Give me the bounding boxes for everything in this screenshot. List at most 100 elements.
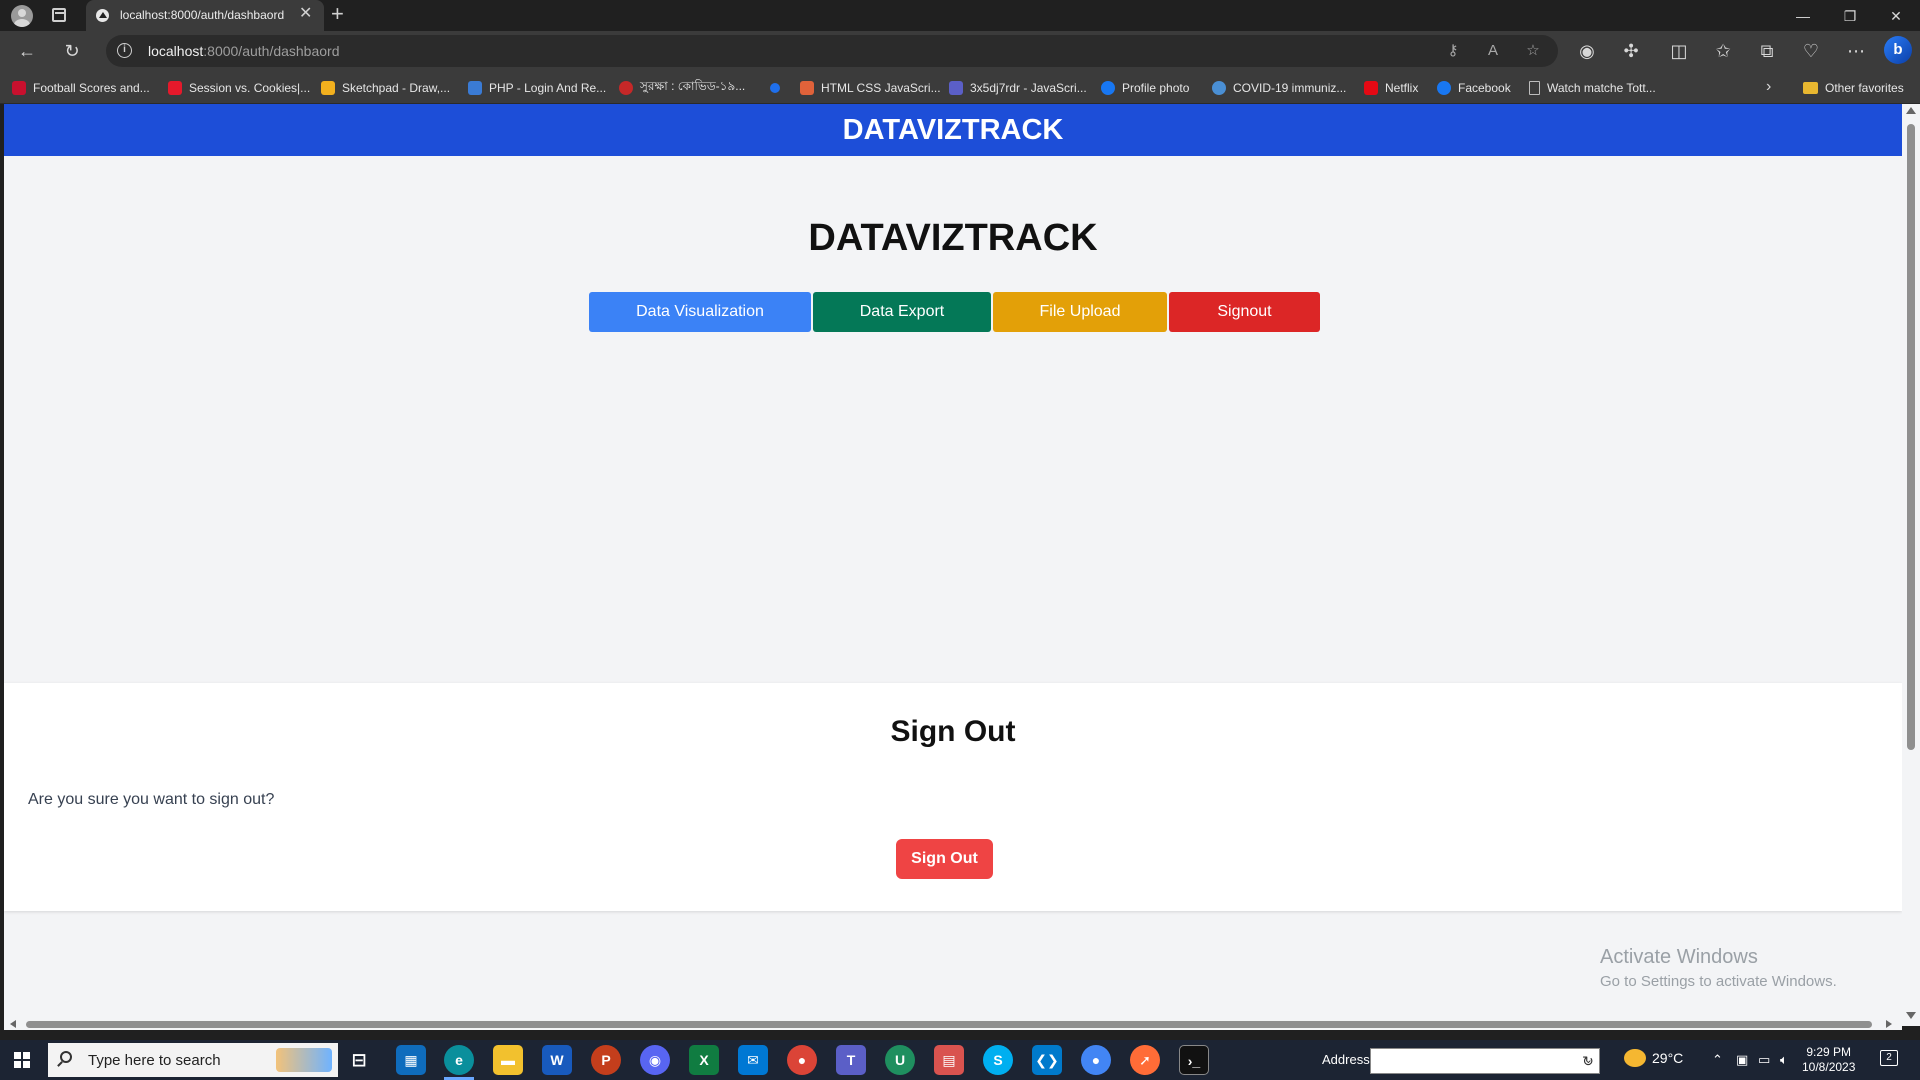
discord-icon[interactable]: ◉: [640, 1045, 670, 1075]
site-info-icon[interactable]: i: [117, 43, 132, 58]
meet-now-icon[interactable]: ▣: [1736, 1052, 1748, 1068]
powerpoint-icon[interactable]: P: [591, 1045, 621, 1075]
volume-icon[interactable]: 🔈︎: [1780, 1052, 1788, 1068]
refresh-icon[interactable]: ↻: [61, 40, 83, 62]
search-icon: [60, 1051, 72, 1063]
split-screen-icon[interactable]: ◫: [1668, 40, 1690, 62]
taskbar-search-box[interactable]: Type here to search: [48, 1043, 338, 1077]
signout-nav-button[interactable]: Signout: [1169, 292, 1320, 332]
favorite-favicon-icon: [619, 81, 633, 95]
vertical-scroll-thumb[interactable]: [1907, 124, 1915, 750]
window-restore-button[interactable]: ❐: [1840, 6, 1860, 26]
taskbar-address-input[interactable]: ⌄: [1370, 1048, 1600, 1074]
favorites-icon[interactable]: ✩: [1712, 40, 1734, 62]
favorite-favicon-icon: [321, 81, 335, 95]
data-visualization-button[interactable]: Data Visualization: [589, 292, 811, 332]
signout-confirmation-message: Are you sure you want to sign out?: [28, 791, 275, 808]
tab-close-button[interactable]: ✕: [299, 6, 312, 22]
taskbar-address-label: Address: [1322, 1052, 1370, 1067]
favorite-favicon-icon: [1437, 81, 1451, 95]
teams-icon[interactable]: T: [836, 1045, 866, 1075]
file-explorer-icon[interactable]: ▬: [493, 1045, 523, 1075]
favorite-label: Netflix: [1385, 81, 1419, 95]
favorite-item[interactable]: Facebook: [1437, 79, 1511, 97]
address-bar[interactable]: i localhost:8000/auth/dashbaord ⚷ A ☆: [106, 35, 1558, 67]
scroll-right-arrow-icon[interactable]: [1886, 1020, 1892, 1028]
back-arrow-icon[interactable]: ←: [16, 40, 38, 62]
favorite-favicon-icon: [1364, 81, 1378, 95]
window-close-button[interactable]: ✕: [1886, 6, 1906, 26]
weather-widget[interactable]: 29°C: [1624, 1049, 1683, 1067]
other-favorites-folder[interactable]: Other favorites: [1803, 79, 1904, 97]
new-tab-button[interactable]: +: [331, 3, 344, 25]
profile-avatar-icon[interactable]: [11, 5, 33, 27]
favorite-item[interactable]: Football Scores and...: [12, 79, 150, 97]
confirm-signout-button[interactable]: Sign Out: [896, 839, 993, 879]
watermark-title: Activate Windows: [1600, 946, 1758, 968]
other-favorites-label: Other favorites: [1825, 81, 1904, 95]
tray-expand-chevron-icon[interactable]: ⌃: [1712, 1052, 1723, 1068]
scroll-down-arrow-icon[interactable]: [1906, 1012, 1916, 1019]
browser-tab-active[interactable]: localhost:8000/auth/dashbaord ✕: [86, 0, 324, 31]
favorite-item[interactable]: Profile photo: [1101, 79, 1189, 97]
data-export-button[interactable]: Data Export: [813, 292, 991, 332]
favorite-label: Facebook: [1458, 81, 1511, 95]
chrome-icon[interactable]: ●: [787, 1045, 817, 1075]
favorite-item[interactable]: Session vs. Cookies|...: [168, 79, 310, 97]
favorite-favicon-icon: [800, 81, 814, 95]
extensions-icon[interactable]: ✣: [1620, 40, 1642, 62]
favorite-item[interactable]: HTML CSS JavaScri...: [800, 79, 941, 97]
favorite-label: Sketchpad - Draw,...: [342, 81, 451, 95]
bing-copilot-icon[interactable]: b: [1884, 36, 1912, 64]
tab-actions-icon[interactable]: [52, 8, 66, 22]
favorite-item[interactable]: Netflix: [1364, 79, 1418, 97]
task-view-icon[interactable]: ⊟: [344, 1045, 374, 1075]
read-aloud-icon[interactable]: A: [1483, 41, 1503, 61]
favorite-favicon-icon: [1101, 81, 1115, 95]
chrome-profile-icon[interactable]: ●: [1081, 1045, 1111, 1075]
collections-icon[interactable]: ⧉: [1756, 40, 1778, 62]
postman-icon[interactable]: ➚: [1130, 1045, 1160, 1075]
browser-essentials-icon[interactable]: ♡: [1800, 40, 1822, 62]
taskbar-clock[interactable]: 9:29 PM 10/8/2023: [1802, 1045, 1855, 1075]
favorite-item[interactable]: COVID-19 immuniz...: [1212, 79, 1346, 97]
discord-extension-icon[interactable]: ◉: [1576, 40, 1598, 62]
favorite-item[interactable]: Watch matche Tott...: [1529, 79, 1656, 97]
favorite-item[interactable]: Sketchpad - Draw,...: [321, 79, 450, 97]
upwork-icon[interactable]: U: [885, 1045, 915, 1075]
favorites-overflow-chevron-icon[interactable]: ›: [1766, 78, 1771, 96]
horizontal-scroll-thumb[interactable]: [26, 1021, 1872, 1028]
microsoft-store-icon[interactable]: ▦: [396, 1045, 426, 1075]
favorite-item[interactable]: [770, 79, 787, 97]
window-minimize-button[interactable]: —: [1793, 6, 1813, 26]
page-viewport: DATAVIZTRACK DATAVIZTRACK Data Visualiza…: [4, 104, 1902, 1026]
scroll-up-arrow-icon[interactable]: [1906, 107, 1916, 114]
notifications-icon[interactable]: 2: [1880, 1050, 1898, 1066]
url-host: localhost: [148, 43, 204, 59]
favorite-item[interactable]: সুরক্ষা : কোভিড-১৯...: [619, 79, 745, 97]
terminal-icon[interactable]: ›_: [1179, 1045, 1209, 1075]
edge-browser-icon[interactable]: e: [444, 1045, 474, 1075]
vertical-scrollbar[interactable]: [1902, 104, 1920, 1026]
horizontal-scrollbar[interactable]: [4, 1018, 1902, 1030]
favorite-star-icon[interactable]: ☆: [1523, 41, 1543, 61]
vscode-icon[interactable]: ❮❯: [1032, 1045, 1062, 1075]
address-url[interactable]: localhost:8000/auth/dashbaord: [148, 43, 340, 59]
winrar-icon[interactable]: ▤: [934, 1045, 964, 1075]
favorite-item[interactable]: PHP - Login And Re...: [468, 79, 606, 97]
skype-icon[interactable]: S: [983, 1045, 1013, 1075]
address-go-refresh-icon[interactable]: ↻: [1576, 1049, 1600, 1073]
file-upload-button[interactable]: File Upload: [993, 292, 1167, 332]
scroll-left-arrow-icon[interactable]: [10, 1020, 16, 1028]
windows-start-icon[interactable]: [14, 1052, 30, 1068]
favorite-item[interactable]: 3x5dj7rdr - JavaScri...: [949, 79, 1087, 97]
key-icon[interactable]: ⚷: [1443, 41, 1463, 61]
dashboard-title: DATAVIZTRACK: [808, 217, 1098, 259]
mail-icon[interactable]: ✉: [738, 1045, 768, 1075]
excel-icon[interactable]: X: [689, 1045, 719, 1075]
favorite-favicon-icon: [168, 81, 182, 95]
signout-panel: Sign Out Are you sure you want to sign o…: [4, 683, 1902, 911]
word-icon[interactable]: W: [542, 1045, 572, 1075]
settings-more-icon[interactable]: ⋯: [1845, 40, 1867, 62]
network-icon[interactable]: ▭: [1758, 1052, 1770, 1068]
